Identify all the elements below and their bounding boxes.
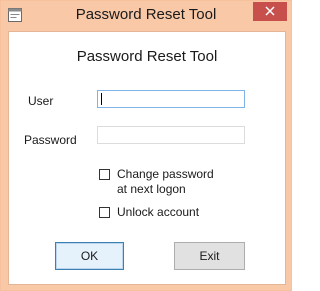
app-window: Password Reset Tool Password Reset Tool … (0, 0, 292, 291)
ok-button[interactable]: OK (55, 242, 124, 270)
password-label: Password (24, 133, 77, 147)
form-heading: Password Reset Tool (76, 48, 218, 65)
unlock-account-checkbox[interactable] (99, 207, 110, 218)
form-body: Password Reset Tool User Password Change… (8, 31, 286, 285)
title-bar[interactable]: Password Reset Tool (1, 1, 291, 31)
close-button[interactable] (253, 2, 287, 21)
change-password-line2: at next logon (117, 182, 186, 196)
user-input[interactable] (97, 90, 245, 108)
text-caret (101, 93, 102, 105)
unlock-account-label[interactable]: Unlock account (117, 205, 199, 220)
exit-button[interactable]: Exit (174, 242, 245, 270)
change-password-line1: Change password (117, 167, 214, 181)
close-icon (265, 3, 275, 21)
window-title: Password Reset Tool (75, 6, 217, 23)
password-input[interactable] (97, 126, 245, 144)
change-password-checkbox[interactable] (99, 169, 110, 180)
change-password-label[interactable]: Change password at next logon (117, 167, 214, 197)
user-label: User (28, 94, 54, 108)
